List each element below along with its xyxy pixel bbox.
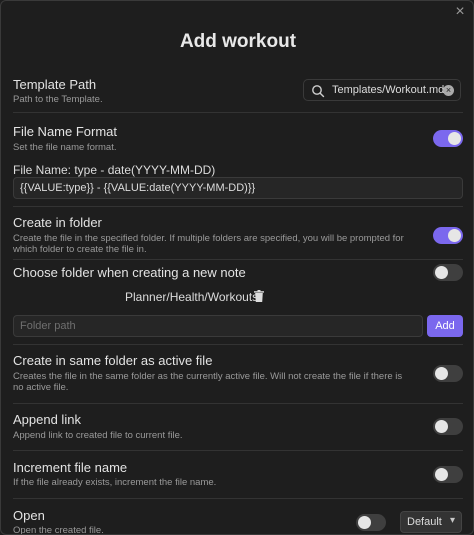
add-workout-modal: × Add workout Template Path Path to the … xyxy=(0,0,474,535)
close-icon[interactable]: × xyxy=(451,3,469,21)
toggle-knob xyxy=(435,420,448,433)
file-name-format-title: File Name Format xyxy=(13,124,118,139)
file-name-preview: File Name: type - date(YYYY-MM-DD) xyxy=(13,163,216,177)
divider xyxy=(13,450,463,451)
toggle-knob xyxy=(448,229,461,242)
same-folder-desc-1: Creates the file in the same folder as t… xyxy=(13,371,403,382)
create-in-folder-toggle[interactable] xyxy=(433,227,463,244)
template-path-input[interactable]: Templates/Workout.md × xyxy=(303,79,461,101)
folder-path-input[interactable]: Folder path xyxy=(13,315,423,337)
trash-icon[interactable] xyxy=(254,290,264,302)
toggle-knob xyxy=(448,132,461,145)
same-folder-toggle[interactable] xyxy=(433,365,463,382)
choose-folder-title: Choose folder when creating a new note xyxy=(13,265,246,280)
open-mode-value: Default xyxy=(407,516,442,528)
search-icon xyxy=(312,85,325,98)
clear-icon[interactable]: × xyxy=(443,85,454,96)
increment-toggle[interactable] xyxy=(433,466,463,483)
toggle-knob xyxy=(435,468,448,481)
choose-folder-toggle[interactable] xyxy=(433,264,463,281)
template-path-value: Templates/Workout.md xyxy=(332,84,445,96)
file-name-format-desc: Set the file name format. xyxy=(13,142,117,153)
toggle-knob xyxy=(435,367,448,380)
folder-item: Planner/Health/Workouts xyxy=(125,290,259,304)
divider xyxy=(13,498,463,499)
add-folder-button[interactable]: Add xyxy=(427,315,463,337)
open-desc: Open the created file. xyxy=(13,525,104,535)
increment-desc: If the file already exists, increment th… xyxy=(13,477,217,488)
increment-title: Increment file name xyxy=(13,460,128,475)
file-name-format-input[interactable]: {{VALUE:type}} - {{VALUE:date(YYYY-MM-DD… xyxy=(13,177,463,199)
append-link-desc: Append link to created file to current f… xyxy=(13,430,183,441)
create-in-folder-title: Create in folder xyxy=(13,215,102,230)
append-link-title: Append link xyxy=(13,412,81,427)
template-path-desc: Path to the Template. xyxy=(13,94,103,105)
open-mode-select[interactable]: Default ▾ xyxy=(400,511,462,533)
file-name-format-toggle[interactable] xyxy=(433,130,463,147)
open-title: Open xyxy=(13,508,45,523)
create-in-folder-desc-2: which folder to create the file in. xyxy=(13,244,147,255)
divider xyxy=(13,206,463,207)
open-toggle[interactable] xyxy=(356,514,386,531)
divider xyxy=(13,403,463,404)
same-folder-desc-2: no active file. xyxy=(13,382,69,393)
same-folder-title: Create in same folder as active file xyxy=(13,353,213,368)
template-path-title: Template Path xyxy=(13,77,97,92)
modal-title: Add workout xyxy=(179,31,297,52)
toggle-knob xyxy=(358,516,371,529)
toggle-knob xyxy=(435,266,448,279)
divider xyxy=(13,344,463,345)
divider xyxy=(13,112,463,113)
chevron-down-icon: ▾ xyxy=(449,515,455,526)
append-link-toggle[interactable] xyxy=(433,418,463,435)
divider xyxy=(13,259,463,260)
